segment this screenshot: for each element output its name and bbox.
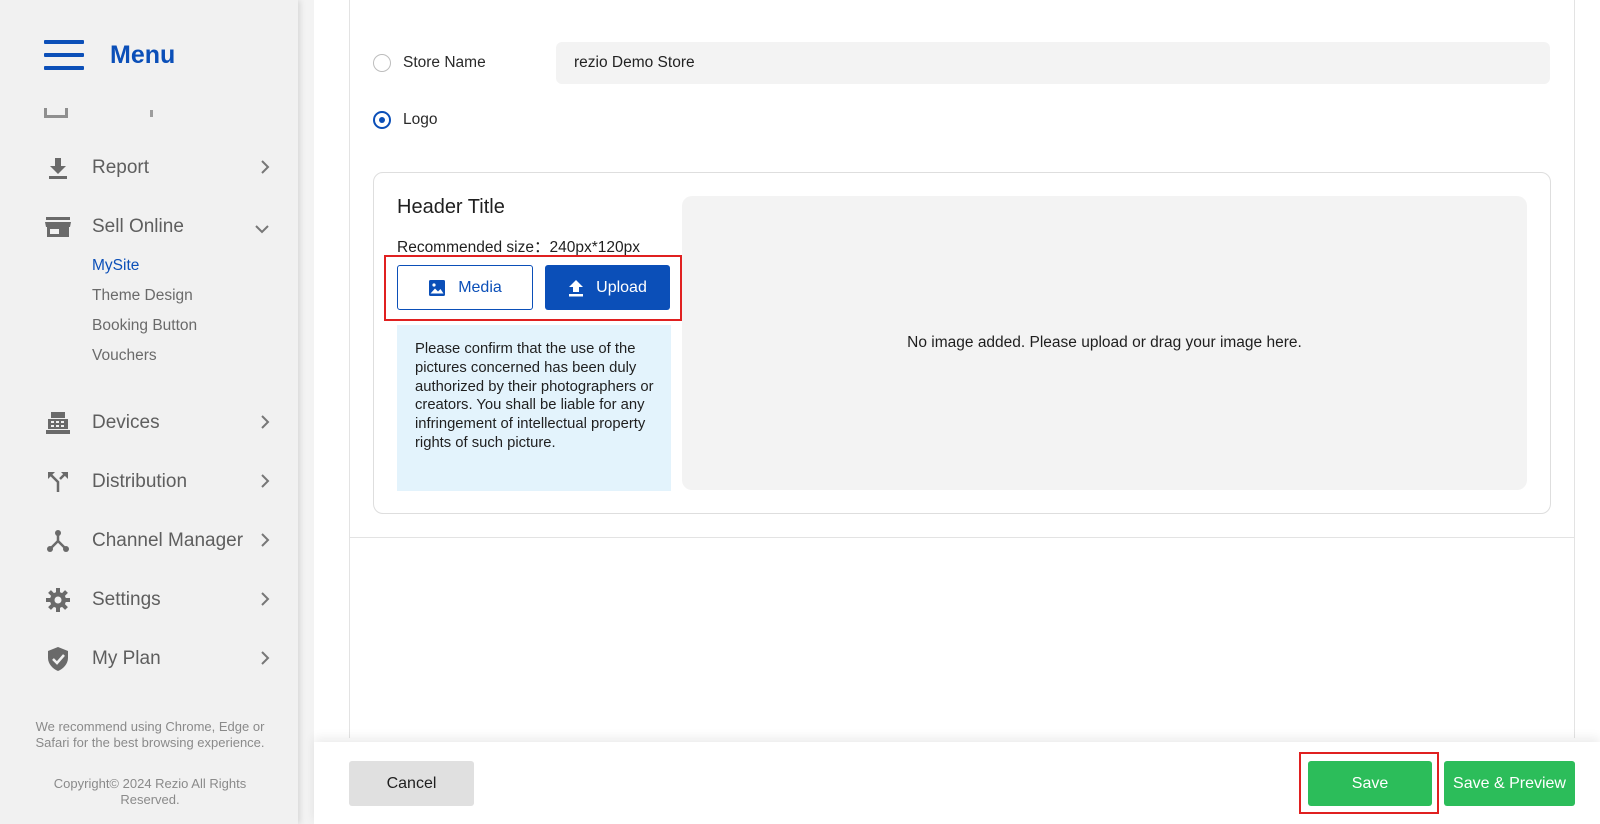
image-dropzone[interactable]: No image added. Please upload or drag yo…: [682, 196, 1527, 490]
split-arrows-icon: [44, 468, 72, 496]
sidebar-subitem-booking-button[interactable]: Booking Button: [92, 317, 197, 335]
browser-recommendation: We recommend using Chrome, Edge or Safar…: [35, 719, 265, 750]
sidebar-subitem-mysite[interactable]: MySite: [92, 257, 139, 275]
chevron-right-icon: [260, 159, 270, 180]
chevron-right-icon: [260, 650, 270, 671]
cash-register-icon: [44, 409, 72, 437]
image-icon: [428, 279, 446, 297]
sidebar-item-label: Devices: [92, 412, 160, 433]
copyright-text: Copyright© 2024 Rezio All Rights Reserve…: [53, 776, 247, 807]
sidebar-item-sell-online[interactable]: Sell Online: [44, 209, 284, 245]
recommended-size-text: Recommended size：240px*120px: [397, 239, 640, 256]
chevron-right-icon: [260, 414, 270, 435]
clipped-nav-icon: [44, 108, 68, 118]
store-icon: [44, 213, 72, 241]
upload-button[interactable]: Upload: [545, 265, 670, 310]
save-button[interactable]: Save: [1308, 761, 1432, 806]
shield-check-icon: [44, 645, 72, 673]
logo-radio[interactable]: [373, 111, 391, 129]
menu-title: Menu: [110, 40, 176, 69]
sidebar: Menu Report Sell Online MySite Theme Des…: [0, 0, 298, 824]
store-name-radio[interactable]: [373, 54, 391, 72]
media-button[interactable]: Media: [397, 265, 533, 310]
hamburger-icon[interactable]: [44, 40, 84, 70]
copyright-notice: Please confirm that the use of the pictu…: [397, 325, 671, 491]
logo-label: Logo: [403, 111, 438, 128]
menu-header: Menu: [44, 40, 175, 70]
chevron-right-icon: [260, 532, 270, 553]
clipped-nav-label: [150, 110, 153, 117]
sidebar-item-label: Settings: [92, 589, 161, 610]
chevron-right-icon: [260, 591, 270, 612]
sidebar-subitem-theme-design[interactable]: Theme Design: [92, 287, 193, 305]
hub-icon: [44, 527, 72, 555]
sidebar-item-channel-manager[interactable]: Channel Manager: [44, 523, 284, 559]
sidebar-item-label: Sell Online: [92, 216, 184, 237]
gear-icon: [44, 586, 72, 614]
cancel-button[interactable]: Cancel: [349, 761, 474, 806]
save-preview-button[interactable]: Save & Preview: [1444, 761, 1575, 806]
sidebar-item-label: Report: [92, 157, 150, 178]
sidebar-item-devices[interactable]: Devices: [44, 405, 284, 441]
media-button-label: Media: [458, 278, 502, 296]
store-name-input[interactable]: [556, 42, 1550, 84]
sidebar-item-label: Channel Manager: [92, 530, 244, 551]
footer-fade: [366, 700, 1268, 742]
sidebar-subitem-vouchers[interactable]: Vouchers: [92, 347, 157, 365]
chevron-down-icon: [254, 221, 270, 239]
sidebar-item-report[interactable]: Report: [44, 150, 284, 186]
sidebar-item-distribution[interactable]: Distribution: [44, 464, 284, 500]
chevron-right-icon: [260, 473, 270, 494]
dropzone-text: No image added. Please upload or drag yo…: [907, 334, 1302, 351]
download-icon: [44, 154, 72, 182]
sidebar-item-label: Distribution: [92, 471, 188, 492]
store-name-label: Store Name: [403, 54, 486, 71]
sidebar-item-settings[interactable]: Settings: [44, 582, 284, 618]
sidebar-item-label: My Plan: [92, 648, 161, 669]
header-title: Header Title: [397, 196, 505, 218]
sidebar-item-my-plan[interactable]: My Plan: [44, 641, 284, 677]
upload-icon: [568, 279, 584, 297]
upload-button-label: Upload: [596, 278, 647, 296]
